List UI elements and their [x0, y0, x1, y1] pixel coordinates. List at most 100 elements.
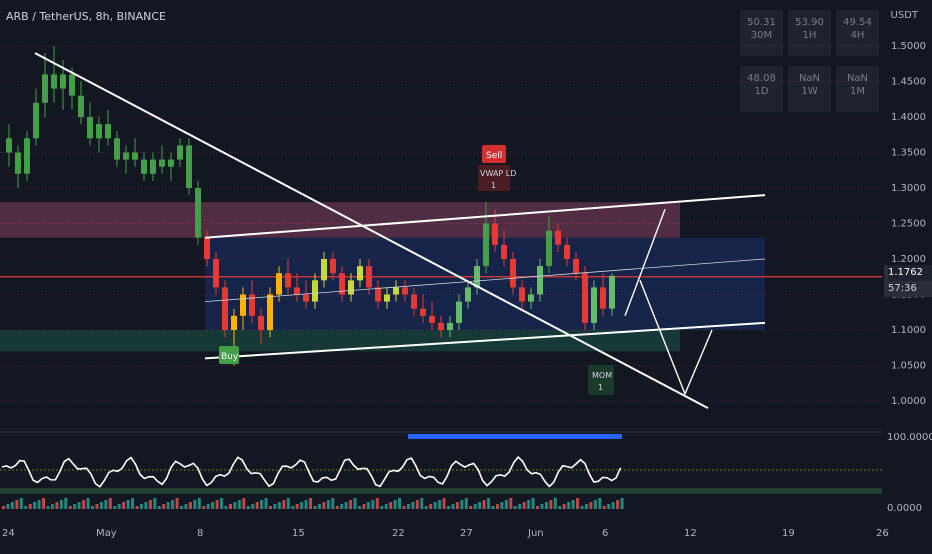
oscillator-line [1, 455, 622, 488]
volume-bar [549, 500, 553, 509]
volume-bar [366, 502, 370, 509]
volume-bar [24, 506, 28, 509]
volume-bar [504, 500, 508, 509]
volume-bar [562, 504, 566, 509]
candle-body [546, 230, 552, 267]
candle-body [258, 315, 264, 330]
volume-bar [37, 500, 41, 509]
volume-bar [531, 498, 535, 509]
candle-body [159, 159, 165, 167]
volume-bar [442, 498, 446, 509]
candle-body [60, 74, 66, 89]
mtf-cell-1m: NaN 1M [836, 66, 879, 112]
volume-bar [389, 502, 393, 509]
candle-body [87, 117, 93, 139]
mtf-value: NaN [798, 73, 821, 84]
volume-bar [255, 502, 259, 509]
mtf-cell-1h: 53.90 1H [788, 10, 831, 56]
trend-bar [408, 434, 622, 439]
chart-title: ARB / TetherUS, 8h, BINANCE [6, 10, 166, 23]
mtf-cell-1w: NaN 1W [788, 66, 831, 112]
volume-bar [242, 498, 246, 509]
candle-body [114, 138, 120, 160]
volume-bar [82, 500, 86, 509]
candle-body [528, 294, 534, 302]
candle-body [600, 287, 606, 309]
candle-body [510, 259, 516, 288]
candle-body [78, 95, 84, 117]
volume-bar [429, 504, 433, 509]
candle-body [393, 287, 399, 295]
volume-bar [153, 498, 157, 509]
volume-bar [59, 500, 63, 509]
mtf-cell-30m: 50.31 30M [740, 10, 783, 56]
candle-body [33, 102, 39, 139]
bar-countdown: 57:36 [888, 283, 917, 294]
sell-count: 1 [491, 181, 496, 190]
volume-bar [99, 502, 103, 509]
candle-body [141, 159, 147, 174]
candle-body [609, 275, 615, 309]
volume-bar [95, 504, 99, 509]
candle-body [168, 159, 174, 167]
volume-bar [317, 504, 321, 509]
volume-bar [86, 498, 90, 509]
price-axis-label: 1.3500 [891, 148, 926, 159]
volume-bar [540, 504, 544, 509]
volume-bar [295, 504, 299, 509]
volume-bar [15, 500, 19, 509]
volume-bar [482, 500, 486, 509]
candle-body [24, 138, 30, 174]
volume-bar [300, 502, 304, 509]
osc-band [0, 488, 882, 494]
volume-bar [131, 498, 135, 509]
candle-body [96, 124, 102, 139]
volume-bar [68, 506, 72, 509]
volume-bar [277, 502, 281, 509]
candle-body [573, 259, 579, 274]
volume-bar [46, 506, 50, 509]
candle-body [582, 273, 588, 323]
volume-bar [349, 500, 353, 509]
candle-body [213, 259, 219, 288]
volume-bar [237, 500, 241, 509]
volume-bar [375, 498, 379, 509]
volume-bar [50, 504, 54, 509]
price-axis-label: 1.2000 [891, 254, 926, 265]
volume-bar [460, 500, 464, 509]
candle-body [555, 230, 561, 245]
volume-bar [358, 506, 361, 509]
candle-body [348, 280, 354, 295]
volume-bar [469, 506, 473, 509]
volume-bar [171, 500, 175, 509]
volume-bar [55, 502, 59, 509]
volume-bar [6, 504, 10, 509]
candle-body [564, 244, 570, 259]
volume-bar [593, 500, 597, 509]
volume-bar [180, 506, 183, 509]
volume-bar [500, 502, 504, 509]
time-axis-label: May [96, 528, 117, 539]
volume-bar [28, 504, 32, 509]
volume-bar [251, 504, 255, 509]
candle-body [312, 280, 318, 302]
candle-body [132, 152, 138, 160]
volume-bar [353, 498, 357, 509]
volume-bar [398, 498, 402, 509]
volume-bar [576, 498, 580, 509]
volume-bar [175, 498, 179, 509]
time-axis-label: 19 [782, 528, 795, 539]
mtf-value: 50.31 [747, 17, 776, 28]
volume-bar [91, 506, 94, 509]
price-axis-label: 1.5000 [891, 41, 926, 52]
volume-bar [344, 502, 348, 509]
volume-bar [584, 504, 588, 509]
volume-bar [148, 500, 152, 509]
volume-bar [522, 502, 526, 509]
resistance-zone [0, 202, 680, 238]
time-axis-label: 6 [602, 528, 608, 539]
volume-bar [509, 498, 513, 509]
volume-bar [553, 498, 557, 509]
volume-bar [108, 498, 112, 509]
volume-bar [215, 500, 219, 509]
